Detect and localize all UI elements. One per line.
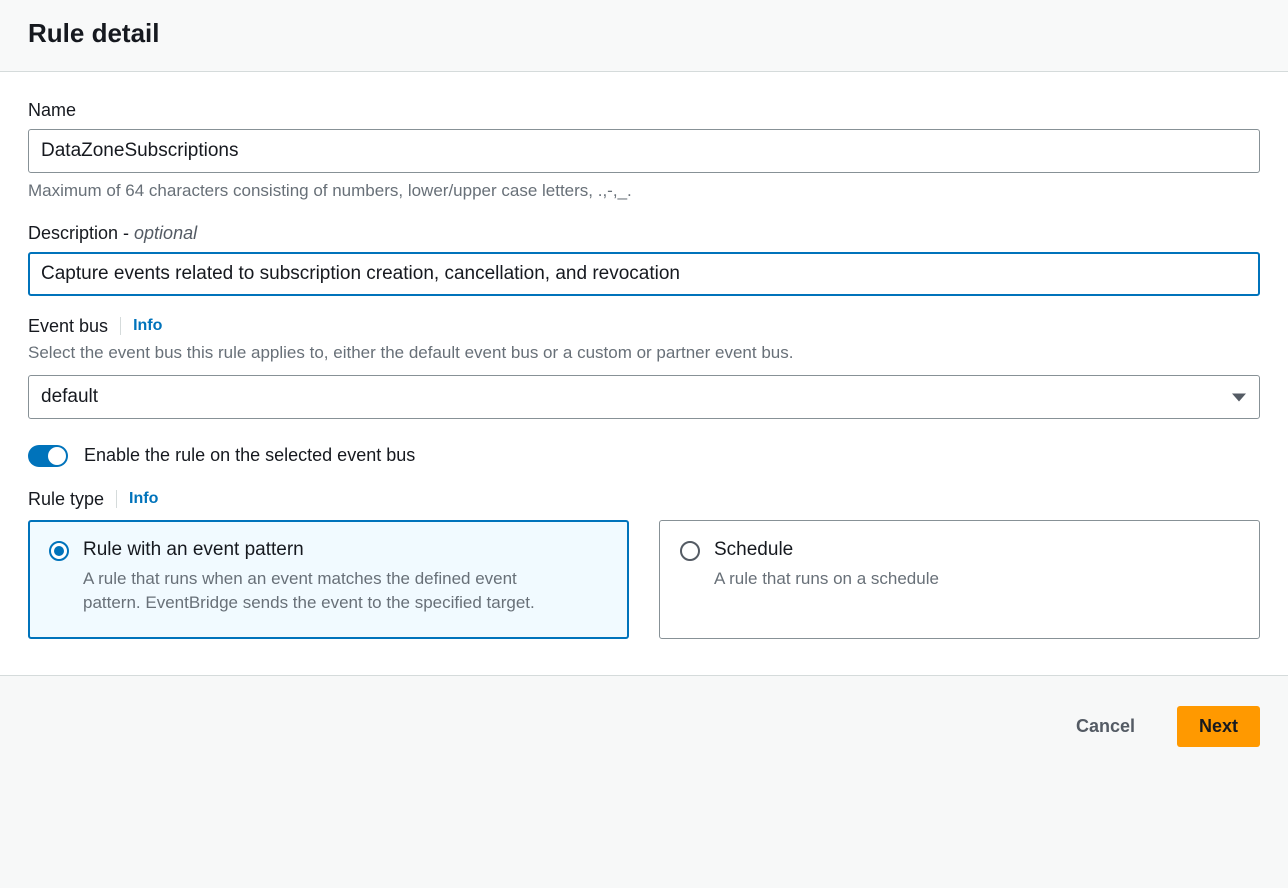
event-bus-label: Event bus	[28, 316, 108, 337]
enable-toggle-label: Enable the rule on the selected event bu…	[84, 445, 415, 466]
toggle-knob	[48, 447, 66, 465]
separator	[120, 317, 121, 335]
enable-toggle[interactable]	[28, 445, 68, 467]
separator	[116, 490, 117, 508]
radio-icon	[49, 541, 69, 561]
event-bus-info-link[interactable]: Info	[133, 317, 162, 335]
enable-toggle-row: Enable the rule on the selected event bu…	[28, 445, 1260, 467]
footer: Cancel Next	[0, 676, 1288, 757]
rule-type-option-title: Rule with an event pattern	[83, 539, 563, 561]
radio-icon	[680, 541, 700, 561]
event-bus-helper: Select the event bus this rule applies t…	[28, 341, 1260, 365]
rule-type-info-link[interactable]: Info	[129, 490, 158, 508]
cancel-button[interactable]: Cancel	[1054, 706, 1157, 747]
description-label-text: Description -	[28, 223, 134, 243]
rule-type-option-desc: A rule that runs on a schedule	[714, 567, 939, 592]
next-button[interactable]: Next	[1177, 706, 1260, 747]
event-bus-field: Event bus Info Select the event bus this…	[28, 316, 1260, 419]
name-input[interactable]	[28, 129, 1260, 173]
description-label: Description - optional	[28, 223, 1260, 244]
rule-type-option-pattern[interactable]: Rule with an event pattern A rule that r…	[28, 520, 629, 639]
event-bus-select-wrap: default	[28, 375, 1260, 419]
rule-type-options: Rule with an event pattern A rule that r…	[28, 520, 1260, 639]
rule-type-option-content: Schedule A rule that runs on a schedule	[714, 539, 939, 616]
radio-dot	[54, 546, 64, 556]
name-field: Name Maximum of 64 characters consisting…	[28, 100, 1260, 203]
event-bus-label-row: Event bus Info	[28, 316, 1260, 337]
page-title: Rule detail	[28, 18, 1260, 49]
event-bus-selected-value: default	[41, 386, 98, 407]
rule-type-label: Rule type	[28, 489, 104, 510]
panel-header: Rule detail	[0, 0, 1288, 72]
description-input[interactable]	[28, 252, 1260, 296]
name-label: Name	[28, 100, 1260, 121]
panel-body: Name Maximum of 64 characters consisting…	[0, 72, 1288, 675]
rule-type-field: Rule type Info Rule with an event patter…	[28, 489, 1260, 639]
rule-type-option-title: Schedule	[714, 539, 939, 561]
rule-type-option-desc: A rule that runs when an event matches t…	[83, 567, 563, 616]
rule-type-option-content: Rule with an event pattern A rule that r…	[83, 539, 563, 616]
description-optional: optional	[134, 223, 197, 243]
name-helper: Maximum of 64 characters consisting of n…	[28, 179, 1260, 203]
rule-type-label-row: Rule type Info	[28, 489, 1260, 510]
event-bus-select[interactable]: default	[28, 375, 1260, 419]
rule-type-option-schedule[interactable]: Schedule A rule that runs on a schedule	[659, 520, 1260, 639]
description-field: Description - optional	[28, 223, 1260, 296]
